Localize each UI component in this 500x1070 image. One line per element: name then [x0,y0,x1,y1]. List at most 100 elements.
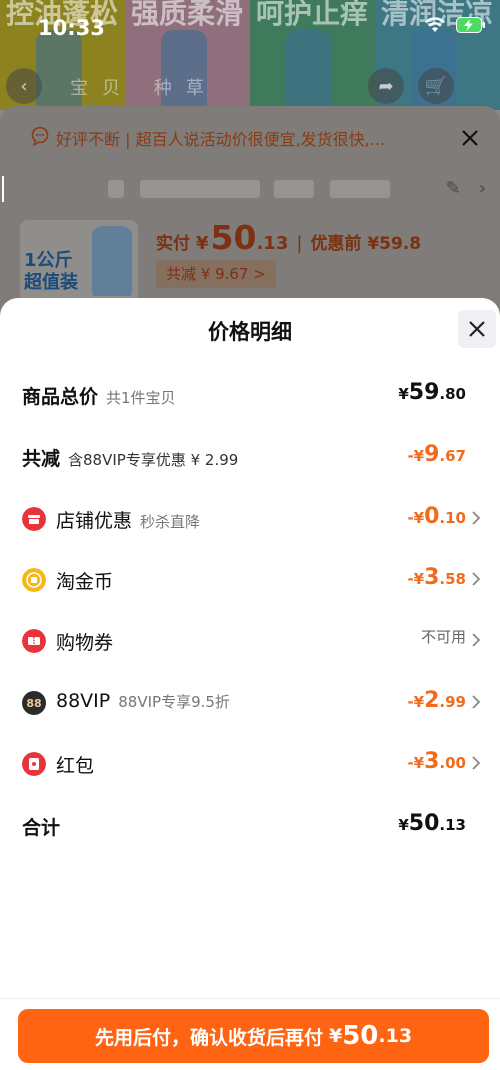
currency: -¥ [407,509,425,527]
gold-coin-icon [22,568,46,592]
vip-amount: -¥ 2.99 [407,688,466,713]
shop-discount-label: 店铺优惠 [56,510,133,532]
row-red-packet[interactable]: 红包 -¥ 3.00 [0,743,500,783]
vip-88-icon: 88 [22,691,46,715]
coupon-icon [22,629,46,653]
status-bar: 10:33 [0,0,500,54]
close-icon [469,321,485,337]
bottle-image [92,226,132,296]
row-label: 88VIP 88VIP专享9.5折 [56,690,230,712]
blurred-text [140,180,260,198]
close-notice-icon[interactable] [454,122,486,154]
currency: ¥ [398,385,409,403]
amount-dec: .13 [378,1025,413,1047]
back-icon[interactable]: ‹ [6,68,42,104]
amount-dec: .80 [439,385,466,403]
amount-int: 59 [408,380,440,405]
currency: ¥ [328,1025,343,1047]
row-label: 共减 含88VIP专享优惠 ¥ 2.99 [22,444,238,471]
amount-dec: .13 [439,816,466,834]
blurred-text [274,180,314,198]
blurred-text [330,180,390,198]
price-separator: | [296,233,303,254]
row-total-reduce: 共减 含88VIP专享优惠 ¥ 2.99 -¥ 9.67 [0,436,500,476]
row-label: 购物券 [56,632,114,654]
wifi-icon [424,16,446,34]
price-detail-sheet: 价格明细 商品总价 共1件宝贝 ¥59.80 共减 含88VIP专享优惠 ¥ 2.9… [0,298,500,1070]
product-nav-bar: ‹ 宝贝 种草 ➦ 🛒 [0,66,500,106]
chat-bubble-icon [31,126,49,146]
actual-label: 实付 [156,234,190,254]
amount-int: 50 [342,1021,379,1051]
reduce-amount: -¥ 9.67 [407,442,466,467]
currency: -¥ [407,754,425,772]
red-packet-amount: -¥ 3.00 [407,749,466,774]
share-icon[interactable]: ➦ [368,68,404,104]
blurred-text [108,180,124,198]
row-taojinbi[interactable]: 淘金币 -¥ 3.58 [0,559,500,599]
currency: -¥ [407,447,425,465]
edit-icon[interactable]: ✎ [446,178,461,199]
currency: -¥ [407,693,425,711]
actual-price-int: 50 [210,218,257,257]
status-icons [424,16,486,34]
cart-icon[interactable]: 🛒 [418,68,454,104]
sum-amount: ¥50.13 [398,811,466,836]
thumb-label-line2: 超值装 [24,272,78,293]
thumb-label-line1: 1公斤 [24,250,73,271]
coins-amount: -¥ 3.58 [407,565,466,590]
reduce-label: 共减 [22,448,61,470]
review-notice: 好评不断 | 超百人说活动价很便宜,发货很快,... [0,118,500,154]
actual-price-line: 实付 ¥ 50 .13 | 优惠前 ¥59.8 [156,218,421,257]
total-reduce-pill[interactable]: 共减 ¥ 9.67 > [156,260,276,288]
vip-label: 88VIP [56,690,111,712]
status-time: 10:33 [38,16,105,40]
chevron-right-icon [472,511,481,525]
row-total-price: 商品总价 共1件宝贝 ¥59.80 [0,374,500,414]
row-shopping-coupon[interactable]: 购物券 不可用 [0,620,500,660]
amount-int: 9 [424,442,440,467]
product-thumbnail: 1公斤 超值装 [20,220,138,310]
chevron-right-icon: › [478,178,486,199]
amount-dec: .10 [439,509,466,527]
row-label: 淘金币 [56,571,114,593]
amount-dec: .99 [439,693,466,711]
amount-dec: .67 [439,447,466,465]
pay-later-button[interactable]: 先用后付，确认收货后再付 ¥ 50 .13 [18,1009,489,1063]
address-row[interactable]: ✎ › [0,172,500,206]
review-notice-text: 好评不断 | 超百人说活动价很便宜,发货很快,... [56,130,385,149]
amount-int: 3 [424,749,440,774]
vip-badge-text: 88 [26,696,42,710]
text-cursor [2,176,4,202]
row-label: 商品总价 共1件宝贝 [22,382,176,409]
shop-discount-amount: -¥ 0.10 [407,504,466,529]
currency: -¥ [407,570,425,588]
chevron-right-icon [472,695,481,709]
row-label: 红包 [56,755,95,777]
shop-icon [22,507,46,531]
total-label: 商品总价 [22,386,99,408]
chevron-right-icon [472,572,481,586]
before-discount-price: 优惠前 ¥59.8 [310,234,422,254]
row-shop-discount[interactable]: 店铺优惠 秒杀直降 -¥ 0.10 [0,498,500,538]
vip-note: 88VIP专享9.5折 [118,693,230,711]
address-actions: ✎ › [446,178,486,199]
actual-price-dec: .13 [256,233,289,254]
amount-dec: .58 [439,570,466,588]
shop-discount-note: 秒杀直降 [140,513,201,531]
thumb-label: 1公斤 超值装 [24,250,78,294]
amount-dec: .00 [439,754,466,772]
pay-button-label: 先用后付，确认收货后再付 [94,1026,323,1049]
nav-tabs-text: 宝贝 种草 [70,78,218,99]
amount-int: 0 [424,504,440,529]
amount-int: 3 [424,565,440,590]
row-label: 店铺优惠 秒杀直降 [56,506,200,533]
row-88vip[interactable]: 88 88VIP 88VIP专享9.5折 -¥ 2.99 [0,682,500,722]
currency: ¥ [398,816,409,834]
row-sum: 合计 ¥50.13 [0,805,500,845]
total-amount: ¥59.80 [398,380,466,405]
battery-icon [456,17,486,33]
close-button[interactable] [458,310,496,348]
red-packet-icon [22,752,46,776]
item-count: 共1件宝贝 [106,389,176,407]
